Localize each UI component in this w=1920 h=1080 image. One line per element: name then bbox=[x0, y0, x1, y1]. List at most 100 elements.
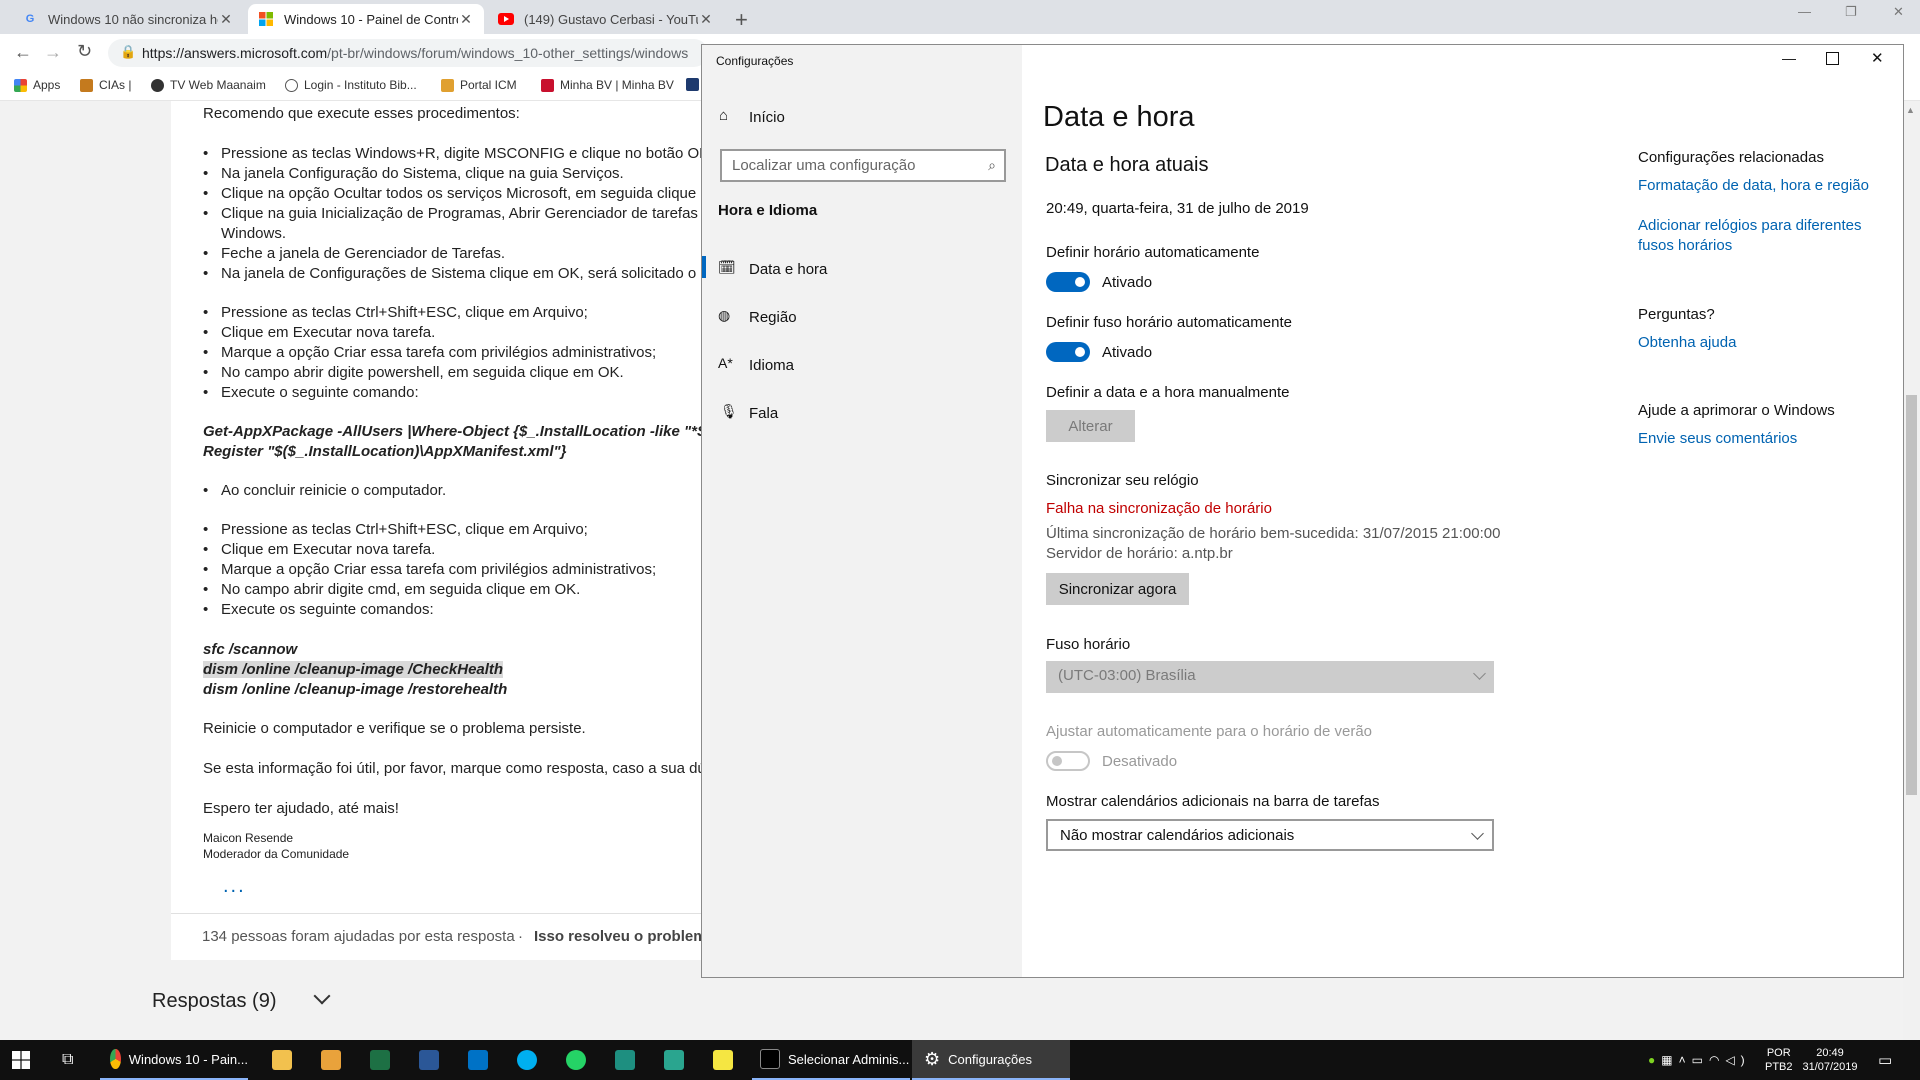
feedback-link[interactable]: Envie seus comentários bbox=[1638, 430, 1797, 447]
get-help-link[interactable]: Obtenha ajuda bbox=[1638, 334, 1736, 351]
list-item: Execute o seguinte comando: bbox=[203, 384, 419, 401]
list-item: Ao concluir reinicie o computador. bbox=[203, 482, 446, 499]
auto-timezone-toggle[interactable] bbox=[1046, 342, 1090, 362]
dst-toggle[interactable] bbox=[1046, 751, 1090, 771]
helped-count: 134 pessoas foram ajudadas por esta resp… bbox=[202, 928, 515, 945]
taskbar-settings[interactable]: ⚙ Configurações bbox=[912, 1040, 1070, 1080]
start-button[interactable] bbox=[12, 1040, 30, 1080]
chevron-down-icon bbox=[1473, 667, 1486, 680]
clock-date: 31/07/2019 bbox=[1802, 1061, 1858, 1073]
maximize-icon[interactable] bbox=[1826, 52, 1839, 65]
browser-close-icon[interactable]: ✕ bbox=[1893, 4, 1904, 20]
taskbar-whatsapp[interactable] bbox=[566, 1040, 586, 1080]
time-server-info: Servidor de horário: a.ntp.br bbox=[1046, 545, 1233, 562]
browser-restore-icon[interactable]: ❐ bbox=[1845, 4, 1857, 20]
address-bar[interactable]: 🔒 https://answers.microsoft.com/pt-br/wi… bbox=[108, 39, 708, 67]
youtube-icon bbox=[498, 11, 514, 27]
current-date-time: 20:49, quarta-feira, 31 de julho de 2019 bbox=[1046, 200, 1309, 217]
sync-heading: Sincronizar seu relógio bbox=[1046, 472, 1199, 489]
link-add-clocks-cont[interactable]: fusos horários bbox=[1638, 237, 1732, 254]
bookmark-portal-icm[interactable]: Portal ICM bbox=[441, 78, 517, 92]
auto-time-toggle[interactable] bbox=[1046, 272, 1090, 292]
bookmark-cias[interactable]: CIAs | bbox=[80, 78, 131, 92]
clock[interactable]: 20:49 31/07/2019 bbox=[1800, 1040, 1860, 1080]
auto-timezone-label: Definir fuso horário automaticamente bbox=[1046, 314, 1292, 331]
taskbar-app[interactable] bbox=[615, 1040, 635, 1080]
clock-time: 20:49 bbox=[1816, 1047, 1844, 1059]
sticky-notes-icon bbox=[713, 1050, 733, 1070]
list-item: Marque a opção Criar essa tarefa com pri… bbox=[203, 344, 656, 361]
bookmark-tv-web-maanaim[interactable]: TV Web Maanaim bbox=[151, 78, 266, 92]
new-tab-button[interactable]: + bbox=[735, 7, 748, 33]
more-options-button[interactable]: ... bbox=[223, 875, 246, 898]
bookmark-login-instituto[interactable]: Login - Instituto Bib... bbox=[285, 78, 417, 92]
nav-item-speech[interactable]: Fala bbox=[749, 405, 778, 422]
sync-now-button[interactable]: Sincronizar agora bbox=[1046, 573, 1189, 605]
browser-tab-active[interactable]: Windows 10 - Painel de Controle ✕ bbox=[248, 4, 484, 34]
taskbar-chrome[interactable]: Windows 10 - Pain... bbox=[100, 1040, 248, 1080]
taskbar-outlook[interactable] bbox=[468, 1040, 488, 1080]
windows-logo-icon bbox=[12, 1051, 30, 1069]
link-add-clocks[interactable]: Adicionar relógios para diferentes bbox=[1638, 217, 1861, 234]
resolved-link[interactable]: Isso resolveu o problema bbox=[534, 928, 715, 945]
network-icon: ▦ bbox=[1661, 1053, 1679, 1067]
window-title: Configurações bbox=[716, 54, 794, 68]
section-heading-current: Data e hora atuais bbox=[1045, 154, 1209, 176]
browser-tab[interactable]: (149) Gustavo Cerbasi - YouTube ✕ bbox=[488, 4, 724, 34]
taskbar-file-explorer[interactable] bbox=[272, 1040, 292, 1080]
signature-role: Moderador da Comunidade bbox=[203, 847, 350, 861]
nav-item-region[interactable]: Região bbox=[749, 309, 797, 326]
browser-minimize-icon[interactable]: — bbox=[1798, 4, 1811, 19]
calendar-select[interactable]: Não mostrar calendários adicionais bbox=[1046, 819, 1494, 851]
bookmark-minha-bv[interactable]: Minha BV | Minha BV bbox=[541, 78, 674, 92]
reload-icon[interactable]: ↻ bbox=[77, 41, 92, 62]
taskbar-app[interactable] bbox=[664, 1040, 684, 1080]
list-item: Pressione as teclas Ctrl+Shift+ESC, cliq… bbox=[203, 304, 588, 321]
chrome-icon bbox=[110, 1049, 121, 1069]
nav-item-date-time[interactable]: Data e hora bbox=[749, 261, 827, 278]
lock-icon: 🔒 bbox=[120, 44, 137, 59]
code-line: dism /online /cleanup-image /restoreheal… bbox=[203, 681, 508, 698]
bookmark-apps[interactable]: Apps bbox=[14, 78, 60, 92]
auto-timezone-state: Ativado bbox=[1102, 344, 1153, 361]
taskbar-media-player[interactable] bbox=[321, 1040, 341, 1080]
back-arrow-icon[interactable]: ← bbox=[14, 42, 32, 63]
search-icon: ⌕ bbox=[988, 157, 996, 173]
settings-search-input[interactable]: Localizar uma configuração ⌕ bbox=[720, 149, 1006, 182]
skype-icon bbox=[517, 1050, 537, 1070]
code-line: Register "$($_.InstallLocation)\AppXMani… bbox=[203, 443, 567, 460]
wifi-icon: ◠ bbox=[1708, 1053, 1726, 1067]
taskbar-skype[interactable] bbox=[517, 1040, 537, 1080]
taskbar-word[interactable] bbox=[419, 1040, 439, 1080]
close-tab-icon[interactable]: ✕ bbox=[698, 11, 714, 28]
close-tab-icon[interactable]: ✕ bbox=[458, 11, 474, 28]
link-date-format[interactable]: Formatação de data, hora e região bbox=[1638, 177, 1869, 194]
language-indicator[interactable]: POR PTB2 bbox=[1765, 1040, 1793, 1080]
answers-heading[interactable]: Respostas (9) bbox=[152, 987, 331, 1013]
calendar-label: Mostrar calendários adicionais na barra … bbox=[1046, 793, 1380, 810]
language-icon: A* bbox=[718, 355, 733, 371]
timezone-label: Fuso horário bbox=[1046, 636, 1131, 653]
app-icon bbox=[664, 1050, 684, 1070]
timezone-select[interactable]: (UTC-03:00) Brasília bbox=[1046, 661, 1494, 693]
taskbar-sticky-notes[interactable] bbox=[713, 1040, 733, 1080]
browser-tab[interactable]: G Windows 10 não sincroniza hora ✕ bbox=[12, 4, 244, 34]
minimize-icon[interactable]: — bbox=[1782, 50, 1796, 66]
change-button[interactable]: Alterar bbox=[1046, 410, 1135, 442]
last-sync-info: Última sincronização de horário bem-suce… bbox=[1046, 525, 1501, 542]
notifications-icon[interactable]: ▭ bbox=[1878, 1040, 1892, 1080]
close-icon[interactable]: ✕ bbox=[1871, 49, 1884, 67]
taskbar-cmd[interactable]: Selecionar Adminis... bbox=[752, 1040, 910, 1080]
code-line-highlighted: dism /online /cleanup-image /CheckHealth bbox=[203, 661, 504, 678]
nav-item-language[interactable]: Idioma bbox=[749, 357, 794, 374]
media-player-icon bbox=[321, 1050, 341, 1070]
system-tray[interactable]: ● ▦ ˄ ▭ ◠ ◁) bbox=[1648, 1040, 1751, 1080]
scrollbar-thumb[interactable] bbox=[1906, 395, 1917, 795]
close-tab-icon[interactable]: ✕ bbox=[218, 11, 234, 28]
task-view-icon[interactable]: ⧉ bbox=[62, 1040, 73, 1080]
taskbar-excel[interactable] bbox=[370, 1040, 390, 1080]
scroll-up-icon[interactable]: ▲ bbox=[1906, 105, 1915, 115]
questions-heading: Perguntas? bbox=[1638, 306, 1715, 323]
forward-arrow-icon[interactable]: → bbox=[44, 42, 62, 63]
nav-home[interactable]: Início bbox=[749, 109, 785, 126]
